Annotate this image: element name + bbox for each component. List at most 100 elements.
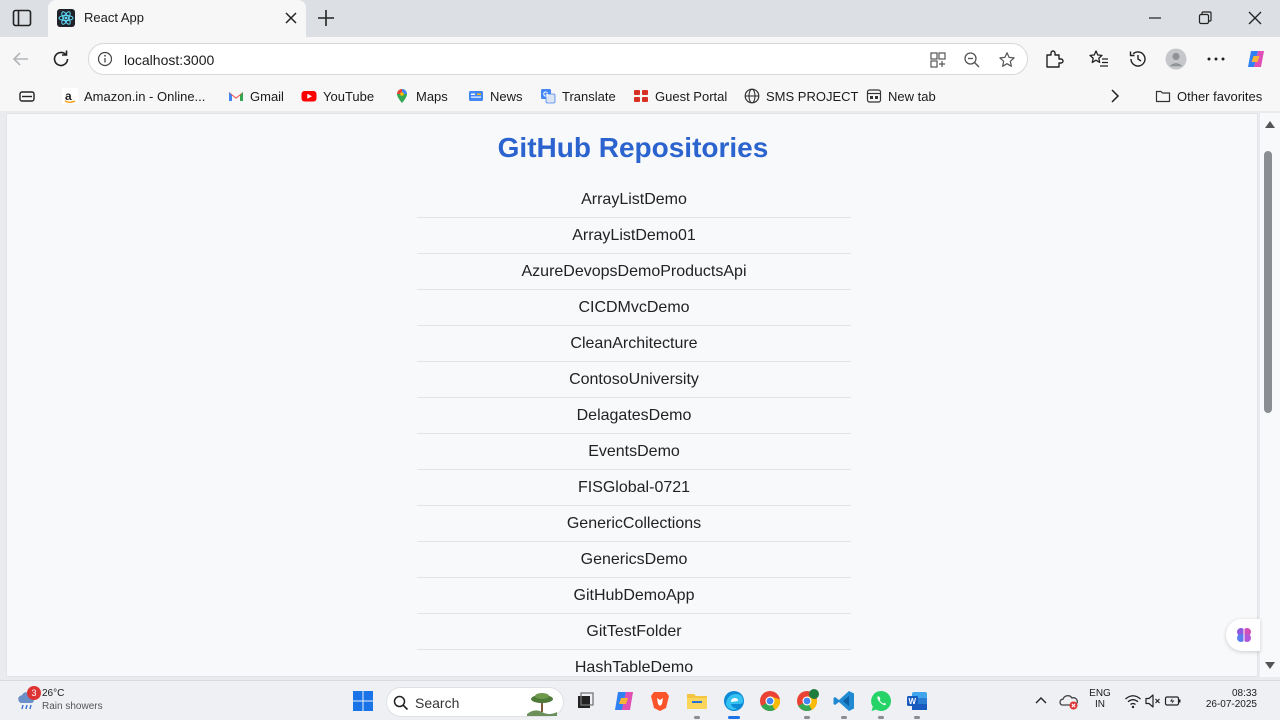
- repo-list-item: DelagatesDemo: [417, 398, 851, 434]
- history-icon[interactable]: [1127, 48, 1149, 70]
- windows-start-icon[interactable]: [351, 689, 375, 713]
- favorite-star-icon[interactable]: [998, 51, 1016, 69]
- word-icon: W: [907, 692, 927, 710]
- new-tab-button[interactable]: [316, 8, 336, 28]
- bookmark-sms-project[interactable]: SMS PROJECT: [744, 86, 858, 106]
- svg-text:W: W: [909, 697, 917, 706]
- address-text[interactable]: localhost:3000: [124, 52, 214, 68]
- weather-condition: Rain showers: [42, 701, 103, 712]
- running-indicator: [878, 716, 884, 719]
- repo-list-item: CleanArchitecture: [417, 326, 851, 362]
- whatsapp-icon: [871, 691, 891, 711]
- youtube-icon: [301, 88, 317, 104]
- address-bar[interactable]: localhost:3000: [88, 43, 1028, 75]
- language-indicator[interactable]: ENG IN: [1088, 688, 1112, 710]
- svg-text:G: G: [543, 92, 549, 99]
- running-indicator: [914, 716, 920, 719]
- gmail-icon: [228, 88, 244, 104]
- taskbar-search[interactable]: Search: [386, 687, 564, 717]
- vscode-taskbar-item[interactable]: [832, 689, 856, 719]
- repo-list-item: ArrayListDemo01: [417, 218, 851, 254]
- file-explorer-taskbar-item[interactable]: [685, 689, 709, 719]
- chrome-profile-taskbar-item[interactable]: [795, 689, 819, 719]
- repo-list-item: EventsDemo: [417, 434, 851, 470]
- browser-toolbar: localhost:3000: [0, 37, 1280, 81]
- tab-title: React App: [84, 10, 144, 25]
- new-tab-icon: [866, 88, 882, 104]
- chrome-icon[interactable]: [758, 689, 782, 713]
- bookmark-new-tab[interactable]: New tab: [866, 86, 936, 106]
- copilot-float-button[interactable]: [1226, 619, 1260, 651]
- bookmark-news[interactable]: News: [468, 86, 523, 106]
- bookmark-translate[interactable]: G Translate: [540, 86, 616, 106]
- repo-list-item: HashTableDemo: [417, 650, 851, 676]
- repo-list: ArrayListDemo ArrayListDemo01 AzureDevopsD…: [417, 182, 851, 676]
- edge-taskbar-item[interactable]: [722, 689, 746, 719]
- favorites-icon[interactable]: [1088, 48, 1110, 70]
- collections-icon[interactable]: [18, 87, 36, 105]
- bookmark-youtube[interactable]: YouTube: [301, 86, 374, 106]
- taskbar: 3 26°C Rain showers Search W ENG IN 08:3…: [0, 680, 1280, 720]
- extensions-icon[interactable]: [1043, 48, 1065, 70]
- tab-react-app[interactable]: React App: [48, 0, 306, 37]
- minimize-icon[interactable]: [1147, 10, 1163, 26]
- running-indicator: [694, 716, 700, 719]
- running-indicator-active: [728, 716, 740, 719]
- wifi-icon[interactable]: [1124, 692, 1142, 710]
- other-favorites[interactable]: Other favorites: [1155, 86, 1262, 106]
- repo-list-item: ContosoUniversity: [417, 362, 851, 398]
- brave-browser-icon[interactable]: [648, 689, 672, 713]
- onedrive-error-icon[interactable]: [1059, 691, 1079, 711]
- scroll-up-arrow-icon[interactable]: [1263, 119, 1277, 129]
- site-info-icon[interactable]: [97, 51, 113, 67]
- weather-widget[interactable]: 3 26°C Rain showers: [14, 686, 124, 716]
- app-available-icon[interactable]: [929, 51, 947, 69]
- weather-temp: 26°C: [42, 688, 65, 699]
- browser-titlebar: React App: [0, 0, 1280, 37]
- refresh-icon[interactable]: [50, 48, 72, 70]
- search-highlight-icon: [527, 693, 557, 716]
- volume-muted-icon[interactable]: [1144, 692, 1162, 710]
- tab-actions-icon[interactable]: [12, 9, 32, 27]
- bookmark-gmail[interactable]: Gmail: [228, 86, 284, 106]
- bookmark-maps[interactable]: Maps: [394, 86, 448, 106]
- edge-icon: [724, 691, 744, 711]
- clock-date: 26-07-2025: [1205, 699, 1257, 710]
- copilot-taskbar-icon[interactable]: [612, 689, 636, 713]
- page-viewport: GitHub Repositories ArrayListDemo ArrayLi…: [6, 113, 1258, 677]
- search-icon: [393, 695, 409, 711]
- bookmark-guest-portal[interactable]: Guest Portal: [633, 86, 727, 106]
- scrollbar-thumb[interactable]: [1264, 151, 1272, 413]
- word-taskbar-item[interactable]: W: [905, 689, 929, 719]
- repo-list-item: GenericsDemo: [417, 542, 851, 578]
- vscode-icon: [833, 691, 854, 711]
- more-options-icon[interactable]: [1205, 48, 1227, 70]
- back-icon[interactable]: [10, 48, 32, 70]
- whatsapp-taskbar-item[interactable]: [869, 689, 893, 719]
- battery-charging-icon[interactable]: [1164, 692, 1182, 710]
- chrome-profile-icon: [797, 689, 819, 712]
- running-indicator: [804, 716, 810, 719]
- copilot-icon[interactable]: [1245, 48, 1267, 70]
- chevron-right-icon[interactable]: [1108, 88, 1122, 104]
- repo-list-item: FISGlobal-0721: [417, 470, 851, 506]
- scroll-down-arrow-icon[interactable]: [1263, 661, 1277, 671]
- bookmark-amazon[interactable]: a Amazon.in - Online...: [62, 86, 205, 106]
- restore-icon[interactable]: [1197, 10, 1213, 26]
- chevron-up-icon[interactable]: [1032, 692, 1050, 710]
- zoom-out-icon[interactable]: [963, 51, 981, 69]
- search-label: Search: [415, 695, 460, 711]
- repo-list-item: CICDMvcDemo: [417, 290, 851, 326]
- vertical-scrollbar[interactable]: [1260, 113, 1280, 677]
- close-window-icon[interactable]: [1247, 10, 1263, 26]
- globe-icon: [744, 88, 760, 104]
- page-title: GitHub Repositories: [497, 132, 769, 163]
- repo-list-item: ArrayListDemo: [417, 182, 851, 218]
- close-tab-icon[interactable]: [284, 11, 298, 25]
- task-view-icon[interactable]: [573, 689, 597, 713]
- profile-avatar-icon[interactable]: [1165, 48, 1187, 70]
- amazon-icon: a: [62, 88, 78, 104]
- brain-icon: [1237, 628, 1251, 642]
- guest-portal-icon: [633, 88, 649, 104]
- clock[interactable]: 08:33 26-07-2025: [1196, 688, 1260, 710]
